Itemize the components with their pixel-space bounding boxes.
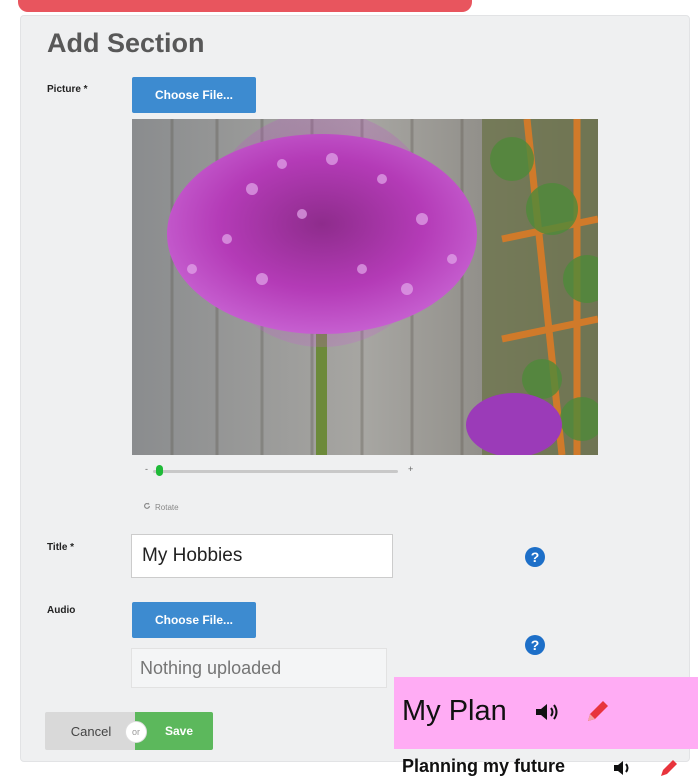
speaker-icon[interactable]	[534, 701, 564, 728]
or-divider: or	[125, 721, 147, 743]
audio-choose-file-button[interactable]: Choose File...	[132, 602, 256, 638]
picture-choose-file-button[interactable]: Choose File...	[132, 77, 256, 113]
cancel-button[interactable]: Cancel	[45, 712, 137, 750]
audio-label: Audio	[47, 605, 76, 616]
flower-photo	[132, 119, 598, 455]
zoom-slider-track[interactable]	[153, 470, 398, 473]
zoom-slider-thumb[interactable]	[156, 465, 164, 476]
page-title: Add Section	[47, 28, 205, 58]
plan-subtitle: Planning my future	[402, 756, 566, 776]
rotate-icon	[143, 502, 151, 512]
add-section-panel: Add Section Picture * Choose File... - +…	[20, 15, 690, 762]
audio-filename-field	[131, 648, 387, 688]
zoom-minus: -	[145, 464, 148, 474]
rotate-button[interactable]: Rotate	[143, 502, 179, 512]
plan-title: My Plan	[402, 695, 507, 727]
subtitle-pencil-icon[interactable]	[658, 757, 680, 784]
top-banner	[18, 0, 472, 12]
rotate-label: Rotate	[155, 502, 179, 512]
picture-preview	[132, 119, 598, 455]
title-input[interactable]	[131, 534, 393, 578]
zoom-slider[interactable]: - +	[145, 462, 415, 478]
title-label: Title *	[47, 542, 75, 553]
zoom-plus: +	[408, 464, 414, 474]
subtitle-speaker-icon[interactable]	[612, 759, 636, 782]
pencil-icon[interactable]	[584, 697, 612, 730]
help-icon[interactable]: ?	[525, 547, 545, 567]
picture-label: Picture *	[47, 84, 88, 95]
plan-header: My Plan	[394, 677, 698, 749]
audio-help-icon[interactable]: ?	[525, 635, 545, 655]
